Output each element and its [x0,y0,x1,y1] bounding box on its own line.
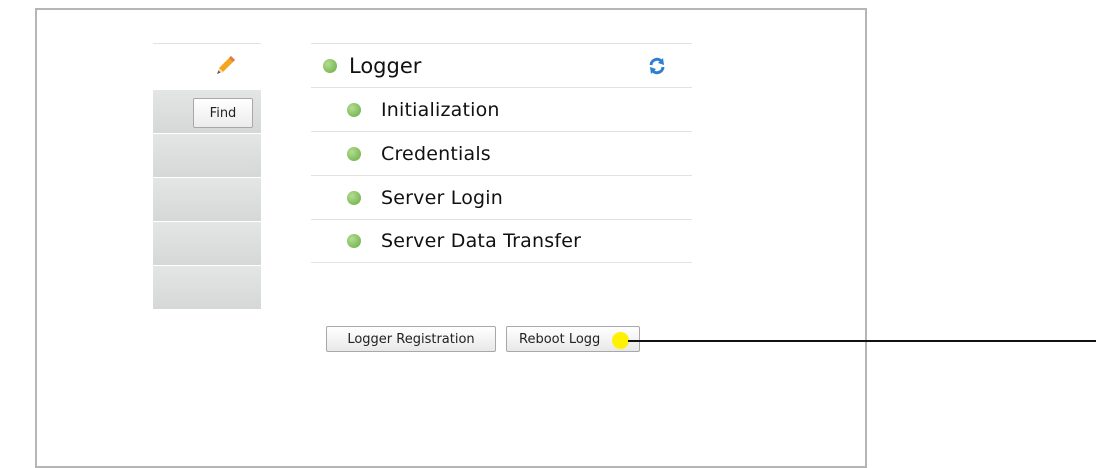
list-item-label: Credentials [381,142,491,165]
pencil-icon[interactable] [215,54,237,80]
logger-registration-button[interactable]: Logger Registration [326,326,496,352]
list-item-label: Server Data Transfer [381,230,582,252]
list-item-label: Initialization [381,98,500,121]
find-cell: Find [153,90,261,133]
status-indicator-icon [323,58,337,73]
left-cell-empty [153,222,261,265]
left-cell-empty [153,134,261,177]
click-highlight-marker [612,332,629,349]
logger-status-list: Logger Initialization Credentials Server… [311,43,692,263]
edit-cell [153,43,261,90]
logger-title: Logger [349,53,422,78]
status-indicator-icon [347,234,361,248]
list-item-label: Server Login [381,186,504,209]
logger-header-row: Logger [311,43,692,87]
refresh-icon[interactable] [647,56,667,80]
left-cell-empty [153,266,261,309]
status-indicator-icon [347,102,361,117]
left-cell-empty [153,178,261,221]
list-item[interactable]: Credentials [311,131,692,175]
list-item[interactable]: Server Data Transfer [311,219,692,263]
left-sidebar: Find [153,43,261,310]
find-button[interactable]: Find [193,98,253,128]
list-item[interactable]: Server Login [311,175,692,219]
callout-line [628,340,1096,342]
status-indicator-icon [347,190,361,205]
status-indicator-icon [347,146,361,161]
list-item[interactable]: Initialization [311,87,692,131]
